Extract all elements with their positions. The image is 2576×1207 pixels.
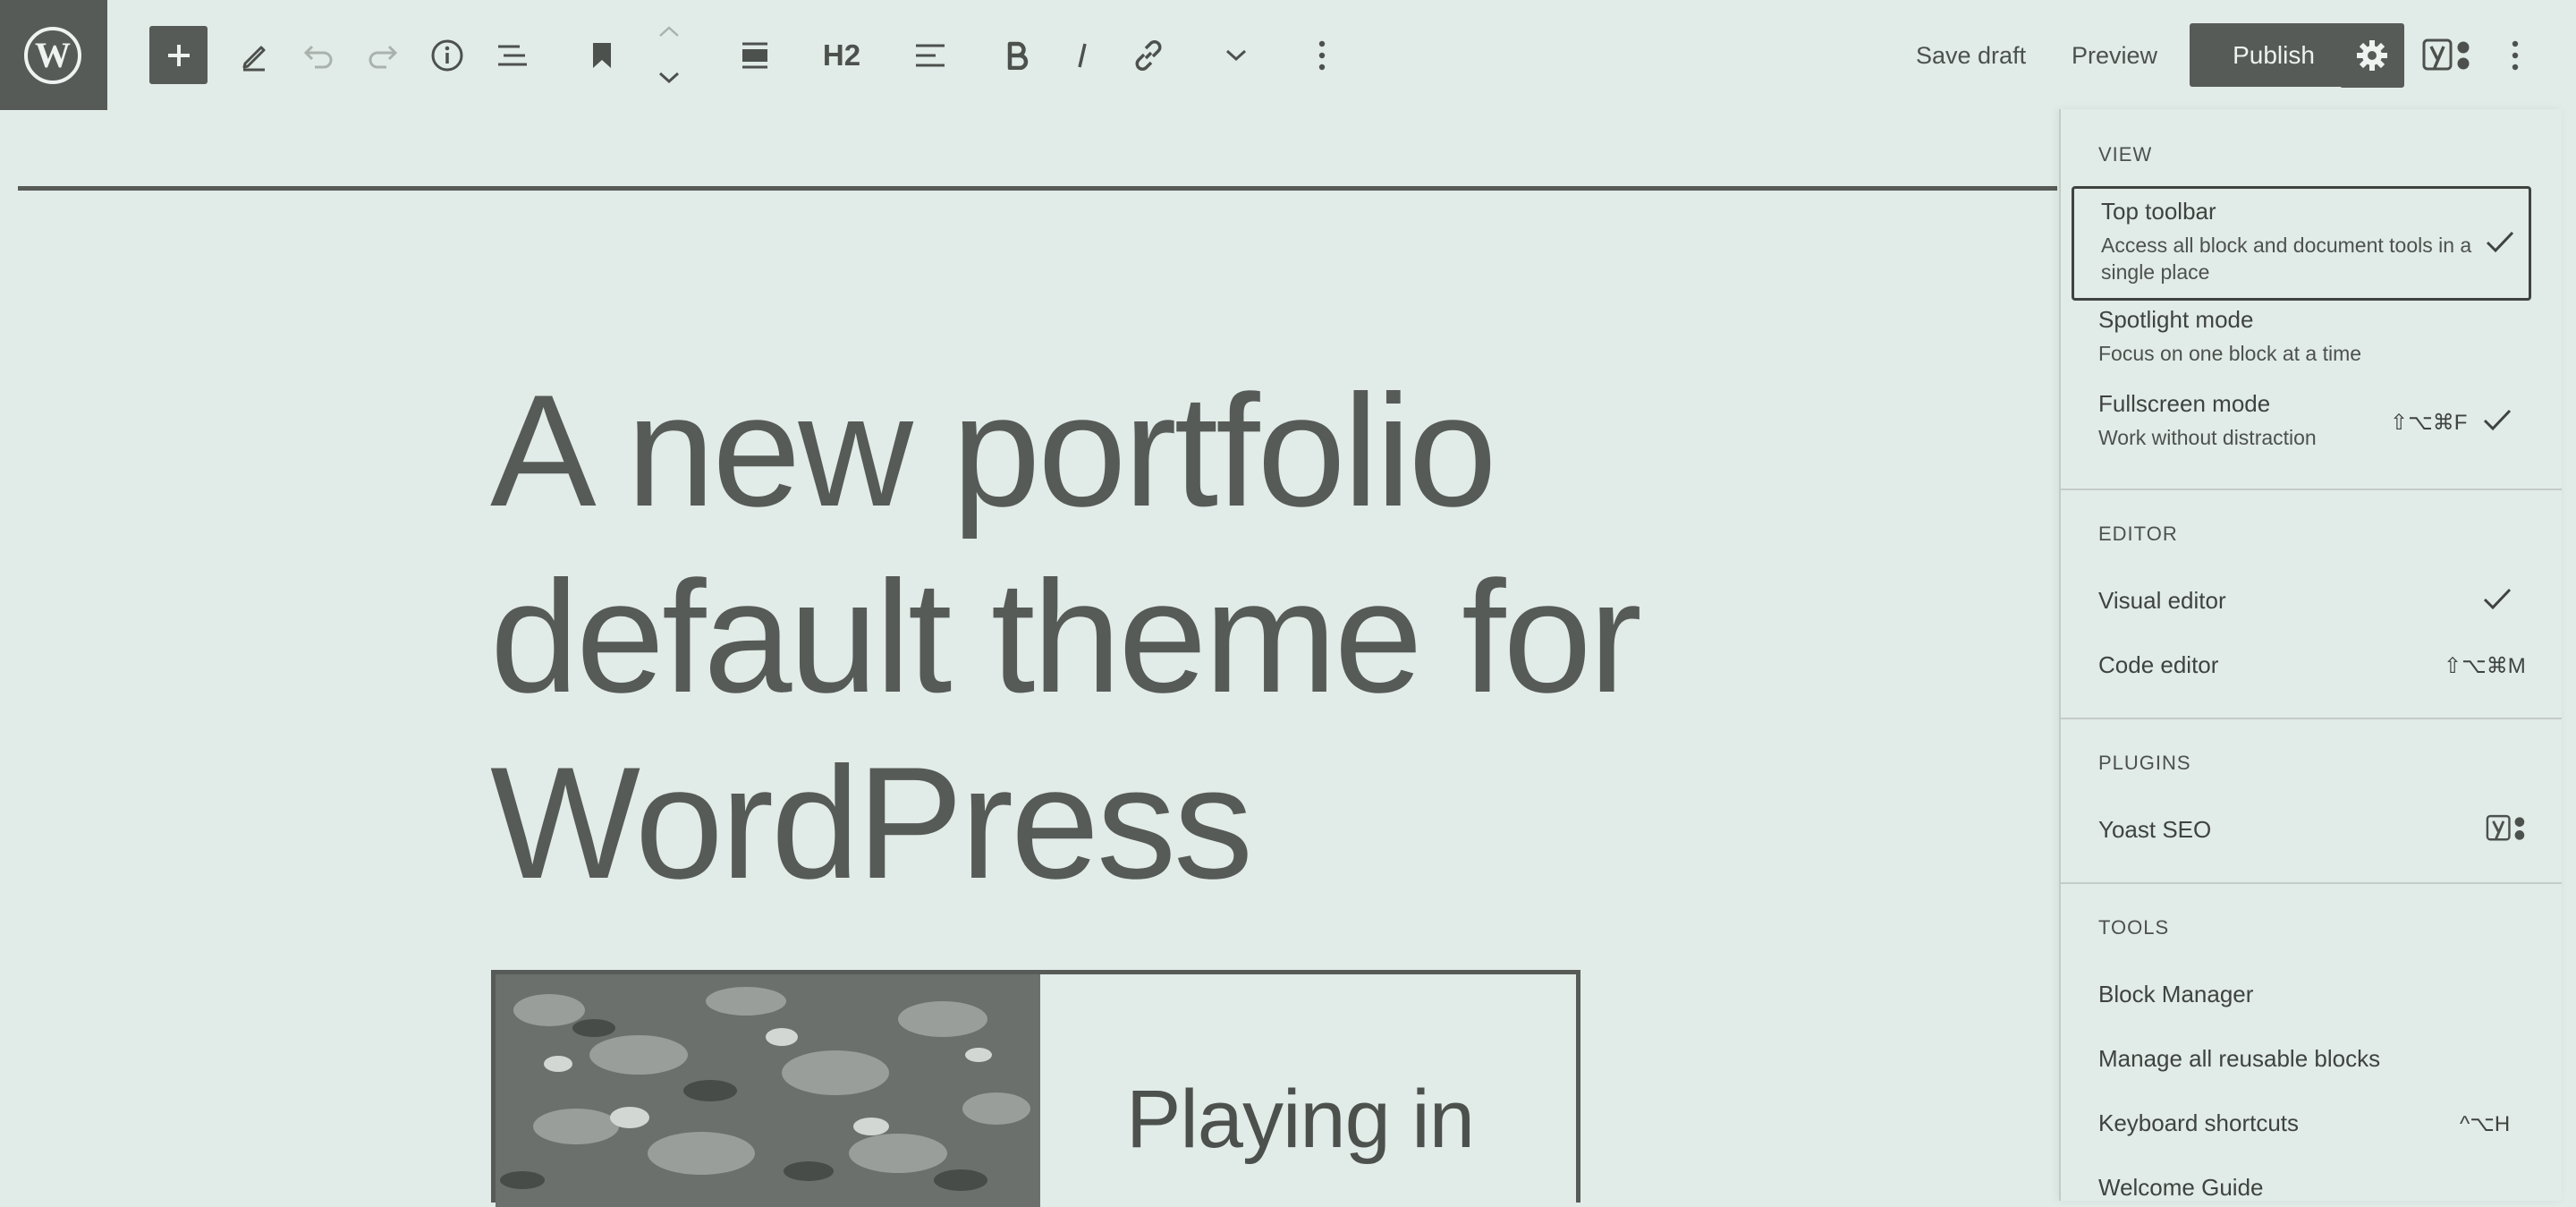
more-rich-text-button[interactable] — [1220, 39, 1252, 72]
menu-item-keyboard-shortcuts[interactable]: Keyboard shortcuts ^⌥H — [2072, 1101, 2531, 1151]
options-dropdown-menu: VIEW Top toolbar Access all block and do… — [2059, 109, 2562, 1201]
menu-item-title: Manage all reusable blocks — [2098, 1045, 2381, 1072]
menu-divider — [2061, 489, 2562, 490]
menu-item-title: Block Manager — [2098, 981, 2254, 1007]
keyboard-shortcut: ⇧⌥⌘F — [2390, 411, 2468, 435]
italic-button[interactable] — [1066, 38, 1098, 73]
bold-icon — [1007, 41, 1029, 70]
post-title-separator — [18, 186, 2057, 191]
checkmark-icon — [2483, 588, 2512, 610]
checkmark-icon — [2483, 409, 2512, 431]
link-icon — [1135, 40, 1162, 71]
align-button[interactable] — [737, 39, 773, 72]
media-block-text[interactable]: Playing in — [1126, 1073, 1475, 1167]
more-vertical-icon — [2512, 40, 2519, 71]
block-type-button[interactable] — [586, 39, 618, 72]
heading-level-label: H2 — [822, 38, 861, 72]
chevron-down-icon — [1225, 49, 1247, 62]
align-left-icon — [916, 44, 945, 67]
menu-item-welcome-guide[interactable]: Welcome Guide — [2072, 1165, 2531, 1201]
link-button[interactable] — [1129, 36, 1168, 75]
heading-level-button[interactable]: H2 — [816, 36, 868, 75]
menu-item-description: Access all block and document tools in a… — [2101, 234, 2472, 284]
redo-icon — [369, 45, 398, 69]
undo-icon — [303, 45, 333, 69]
menu-item-title: Spotlight mode — [2098, 306, 2254, 333]
keyboard-shortcut: ⇧⌥⌘M — [2444, 654, 2526, 678]
editor-top-toolbar: W H2 Save draft Preview Publish — [0, 0, 2576, 110]
menu-item-code-editor[interactable]: Code editor ⇧⌥⌘M — [2072, 642, 2531, 693]
menu-item-top-toolbar[interactable]: Top toolbar Access all block and documen… — [2072, 186, 2531, 301]
menu-divider — [2061, 718, 2562, 719]
foliage-image — [496, 974, 1040, 1207]
menu-item-title: Fullscreen mode — [2098, 390, 2271, 417]
publish-button[interactable]: Publish — [2190, 23, 2358, 87]
plus-icon — [167, 44, 190, 66]
post-title[interactable]: A new portfolio default theme for WordPr… — [490, 358, 1653, 916]
menu-item-fullscreen-mode[interactable]: Fullscreen mode Work without distraction… — [2072, 388, 2531, 469]
redo-button[interactable] — [365, 39, 401, 72]
save-draft-button[interactable]: Save draft — [1916, 39, 2026, 72]
menu-group-label-plugins: PLUGINS — [2098, 752, 2191, 774]
move-up-button[interactable] — [655, 20, 683, 43]
keyboard-shortcut: ^⌥H — [2460, 1112, 2511, 1136]
pencil-icon — [242, 46, 266, 72]
menu-item-title: Code editor — [2098, 651, 2219, 678]
italic-icon — [1078, 43, 1087, 68]
add-block-button[interactable] — [149, 26, 208, 84]
align-wide-icon — [742, 42, 767, 69]
move-down-button[interactable] — [655, 66, 683, 89]
block-options-button[interactable] — [1306, 36, 1338, 75]
wordpress-logo-icon: W — [24, 27, 81, 84]
info-icon — [431, 39, 463, 72]
menu-item-spotlight-mode[interactable]: Spotlight mode Focus on one block at a t… — [2072, 306, 2531, 387]
media-image[interactable] — [496, 974, 1040, 1207]
list-view-button[interactable] — [495, 39, 530, 72]
undo-button[interactable] — [301, 39, 336, 72]
menu-item-title: Welcome Guide — [2098, 1174, 2264, 1201]
bookmark-icon — [593, 43, 611, 68]
wordpress-logo-button[interactable]: W — [0, 0, 107, 110]
list-view-icon — [498, 45, 527, 66]
menu-item-description: Work without distraction — [2098, 426, 2317, 449]
menu-item-visual-editor[interactable]: Visual editor — [2072, 578, 2531, 628]
menu-item-block-manager[interactable]: Block Manager — [2072, 972, 2531, 1022]
menu-divider — [2061, 882, 2562, 884]
chevron-down-icon — [658, 72, 680, 84]
details-button[interactable] — [428, 37, 466, 74]
menu-group-label-tools: TOOLS — [2098, 916, 2170, 939]
text-align-button[interactable] — [912, 39, 948, 72]
bold-button[interactable] — [1000, 38, 1034, 73]
tools-button[interactable] — [234, 36, 274, 75]
yoast-icon — [2486, 814, 2525, 841]
menu-item-yoast-seo[interactable]: Yoast SEO — [2072, 807, 2531, 857]
settings-button[interactable] — [2340, 23, 2404, 88]
menu-item-manage-reusable-blocks[interactable]: Manage all reusable blocks — [2072, 1036, 2531, 1086]
menu-item-title: Visual editor — [2098, 587, 2226, 614]
media-text-block[interactable]: Playing in — [491, 970, 1580, 1207]
chevron-up-icon — [659, 26, 679, 37]
menu-group-label-view: VIEW — [2098, 143, 2153, 166]
more-vertical-icon — [1318, 40, 1326, 71]
yoast-seo-button[interactable] — [2420, 34, 2476, 77]
yoast-icon — [2422, 38, 2470, 71]
menu-item-title: Yoast SEO — [2098, 816, 2212, 843]
checkmark-icon — [2486, 231, 2514, 253]
menu-item-description: Focus on one block at a time — [2098, 342, 2362, 365]
menu-item-title: Keyboard shortcuts — [2098, 1109, 2300, 1136]
menu-item-title: Top toolbar — [2101, 198, 2216, 225]
menu-group-label-editor: EDITOR — [2098, 523, 2178, 545]
gear-icon — [2357, 40, 2387, 71]
svg-text:W: W — [35, 35, 71, 75]
options-menu-button[interactable] — [2499, 36, 2531, 75]
preview-button[interactable]: Preview — [2072, 39, 2157, 72]
